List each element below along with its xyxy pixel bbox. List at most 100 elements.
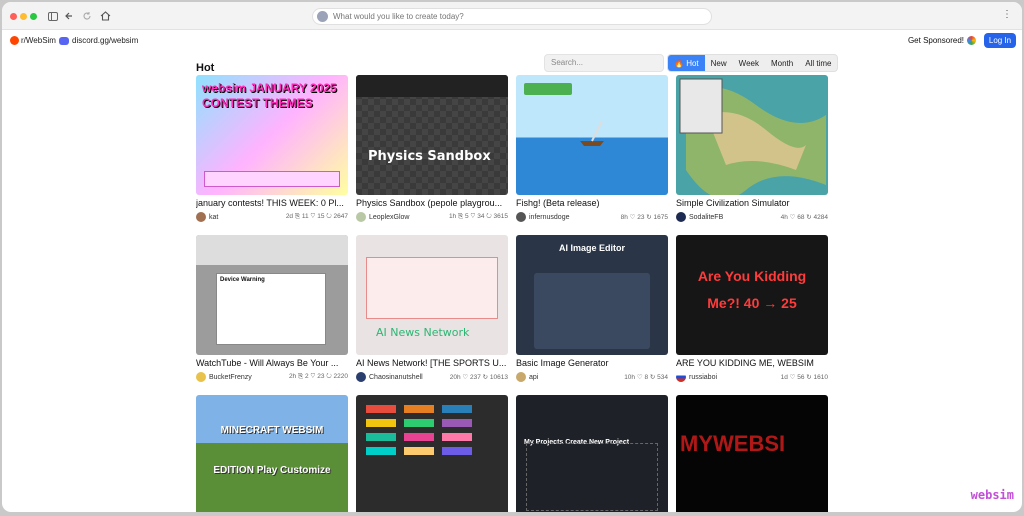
project-card[interactable]: My Projects Create New Project xyxy=(516,395,668,512)
card-meta: LeoplexGlow 1h ⎘ 5 ♡ 34 ↻ 3615 xyxy=(356,212,508,222)
tab-hot-label: Hot xyxy=(686,59,699,68)
project-card[interactable]: Simple Civilization Simulator SodaliteFB… xyxy=(676,75,828,222)
maximize-window-icon[interactable] xyxy=(30,13,37,20)
get-sponsored-link[interactable]: Get Sponsored! xyxy=(908,36,976,45)
project-card[interactable]: MYWEBSI xyxy=(676,395,828,512)
thumbnail-panel xyxy=(534,273,650,349)
avatar xyxy=(196,212,206,222)
project-thumbnail[interactable]: My Projects Create New Project xyxy=(516,395,668,512)
get-sponsored-label: Get Sponsored! xyxy=(907,36,964,45)
project-card[interactable]: AI Image Editor Basic Image Generator ap… xyxy=(516,235,668,382)
thumbnail-text: Device Warning xyxy=(216,273,326,345)
card-meta: russiaboi 1d ♡ 56 ↻ 1610 xyxy=(676,372,828,382)
tab-hot[interactable]: 🔥 Hot xyxy=(668,55,705,71)
color-grid xyxy=(366,405,472,455)
author-name[interactable]: infernusdoge xyxy=(529,214,569,221)
card-meta: Chaosinanutshell 20h ♡ 237 ↻ 10613 xyxy=(356,372,508,382)
card-title[interactable]: Physics Sandbox (pepole playgrou... xyxy=(356,198,508,208)
project-thumbnail[interactable]: websim JANUARY 2025 CONTEST THEMES xyxy=(196,75,348,195)
search-input[interactable]: Search... xyxy=(544,54,664,72)
more-menu-icon[interactable]: ⋮ xyxy=(1002,9,1012,20)
tab-week[interactable]: Week xyxy=(733,55,765,71)
card-stats: 20h ♡ 237 ↻ 10613 xyxy=(449,374,508,381)
project-thumbnail[interactable] xyxy=(356,395,508,512)
avatar xyxy=(356,372,366,382)
address-input[interactable] xyxy=(333,12,693,21)
thumbnail-text: Physics Sandbox xyxy=(368,149,491,164)
project-thumbnail[interactable]: Physics Sandbox xyxy=(356,75,508,195)
tab-new[interactable]: New xyxy=(705,55,733,71)
card-stats: 1h ⎘ 5 ♡ 34 ↻ 3615 xyxy=(448,213,508,220)
avatar xyxy=(676,372,686,382)
thumbnail-header xyxy=(196,235,348,265)
avatar xyxy=(317,11,328,22)
author-name[interactable]: kat xyxy=(209,214,218,221)
login-button[interactable]: Log In xyxy=(984,33,1016,48)
back-icon[interactable] xyxy=(60,7,78,25)
author-name[interactable]: LeoplexGlow xyxy=(369,214,409,221)
card-title[interactable]: WatchTube - Will Always Be Your ... xyxy=(196,358,348,368)
project-card[interactable]: Fishg! (Beta release) infernusdoge 8h ♡ … xyxy=(516,75,668,222)
project-thumbnail[interactable] xyxy=(676,75,828,195)
project-card[interactable]: AI News Network AI News Network! [THE SP… xyxy=(356,235,508,382)
author-name[interactable]: SodaliteFB xyxy=(689,214,723,221)
discord-icon xyxy=(59,36,69,45)
thumbnail-text: AI News Network xyxy=(376,326,470,339)
thumbnail-text: MINECRAFT WEBSIM EDITION Play Customize xyxy=(213,425,331,476)
author-name[interactable]: api xyxy=(529,374,538,381)
project-card[interactable]: websim JANUARY 2025 CONTEST THEMES janua… xyxy=(196,75,348,222)
fire-icon: 🔥 xyxy=(674,59,684,68)
close-window-icon[interactable] xyxy=(10,13,17,20)
browser-window: ⋮ r/WebSim discord.gg/websim Get Sponsor… xyxy=(2,2,1022,512)
project-thumbnail[interactable] xyxy=(516,75,668,195)
author-name[interactable]: BucketFrenzy xyxy=(209,374,252,381)
card-title[interactable]: ARE YOU KIDDING ME, WEBSIM xyxy=(676,358,828,368)
card-meta: api 10h ♡ 8 ↻ 534 xyxy=(516,372,668,382)
tab-month[interactable]: Month xyxy=(765,55,799,71)
project-thumbnail[interactable]: AI Image Editor xyxy=(516,235,668,355)
thumbnail-banner xyxy=(204,171,340,187)
map-illustration xyxy=(679,78,826,195)
project-card[interactable]: Device Warning WatchTube - Will Always B… xyxy=(196,235,348,382)
thumbnail-button xyxy=(524,83,572,95)
avatar xyxy=(676,212,686,222)
card-meta: kat 2d ⎘ 11 ♡ 15 ↻ 2647 xyxy=(196,212,348,222)
project-thumbnail[interactable]: Device Warning xyxy=(196,235,348,355)
card-title[interactable]: Simple Civilization Simulator xyxy=(676,198,828,208)
card-title[interactable]: january contests! THIS WEEK: 0 Pl... xyxy=(196,198,348,208)
avatar xyxy=(516,212,526,222)
sponsor-icon xyxy=(967,36,976,45)
home-icon[interactable] xyxy=(96,7,114,25)
thumbnail-text: AI Image Editor xyxy=(558,243,625,253)
reload-icon[interactable] xyxy=(78,7,96,25)
project-card[interactable] xyxy=(356,395,508,512)
card-stats: 2h ⎘ 2 ♡ 23 ↻ 2220 xyxy=(288,373,348,380)
section-title: Hot xyxy=(196,62,215,74)
thumbnail-dropzone xyxy=(526,443,658,511)
avatar xyxy=(516,372,526,382)
avatar xyxy=(356,212,366,222)
boat-icon xyxy=(580,120,604,146)
discord-link[interactable]: discord.gg/websim xyxy=(59,36,138,45)
address-bar[interactable] xyxy=(312,8,712,25)
project-card[interactable]: Are You Kidding Me?! 40 → 25 ARE YOU KID… xyxy=(676,235,828,382)
thumbnail-text: Are You Kidding Me?! 40 → 25 xyxy=(697,268,807,311)
card-title[interactable]: Fishg! (Beta release) xyxy=(516,198,668,208)
project-thumbnail[interactable]: Are You Kidding Me?! 40 → 25 xyxy=(676,235,828,355)
project-thumbnail[interactable]: MINECRAFT WEBSIM EDITION Play Customize xyxy=(196,395,348,512)
card-title[interactable]: Basic Image Generator xyxy=(516,358,668,368)
project-card[interactable]: MINECRAFT WEBSIM EDITION Play Customize xyxy=(196,395,348,512)
project-thumbnail[interactable]: AI News Network xyxy=(356,235,508,355)
author-name[interactable]: Chaosinanutshell xyxy=(369,374,423,381)
card-meta: SodaliteFB 4h ♡ 68 ↻ 4284 xyxy=(676,212,828,222)
reddit-link-label: r/WebSim xyxy=(21,36,56,45)
author-name[interactable]: russiaboi xyxy=(689,374,717,381)
minimize-window-icon[interactable] xyxy=(20,13,27,20)
reddit-link[interactable]: r/WebSim xyxy=(10,36,56,45)
card-title[interactable]: AI News Network! [THE SPORTS U... xyxy=(356,358,508,368)
project-card[interactable]: Physics Sandbox Physics Sandbox (pepole … xyxy=(356,75,508,222)
project-thumbnail[interactable]: MYWEBSI xyxy=(676,395,828,512)
tab-all-time[interactable]: All time xyxy=(799,55,837,71)
thumbnail-alert xyxy=(366,257,498,319)
reddit-icon xyxy=(10,36,19,45)
